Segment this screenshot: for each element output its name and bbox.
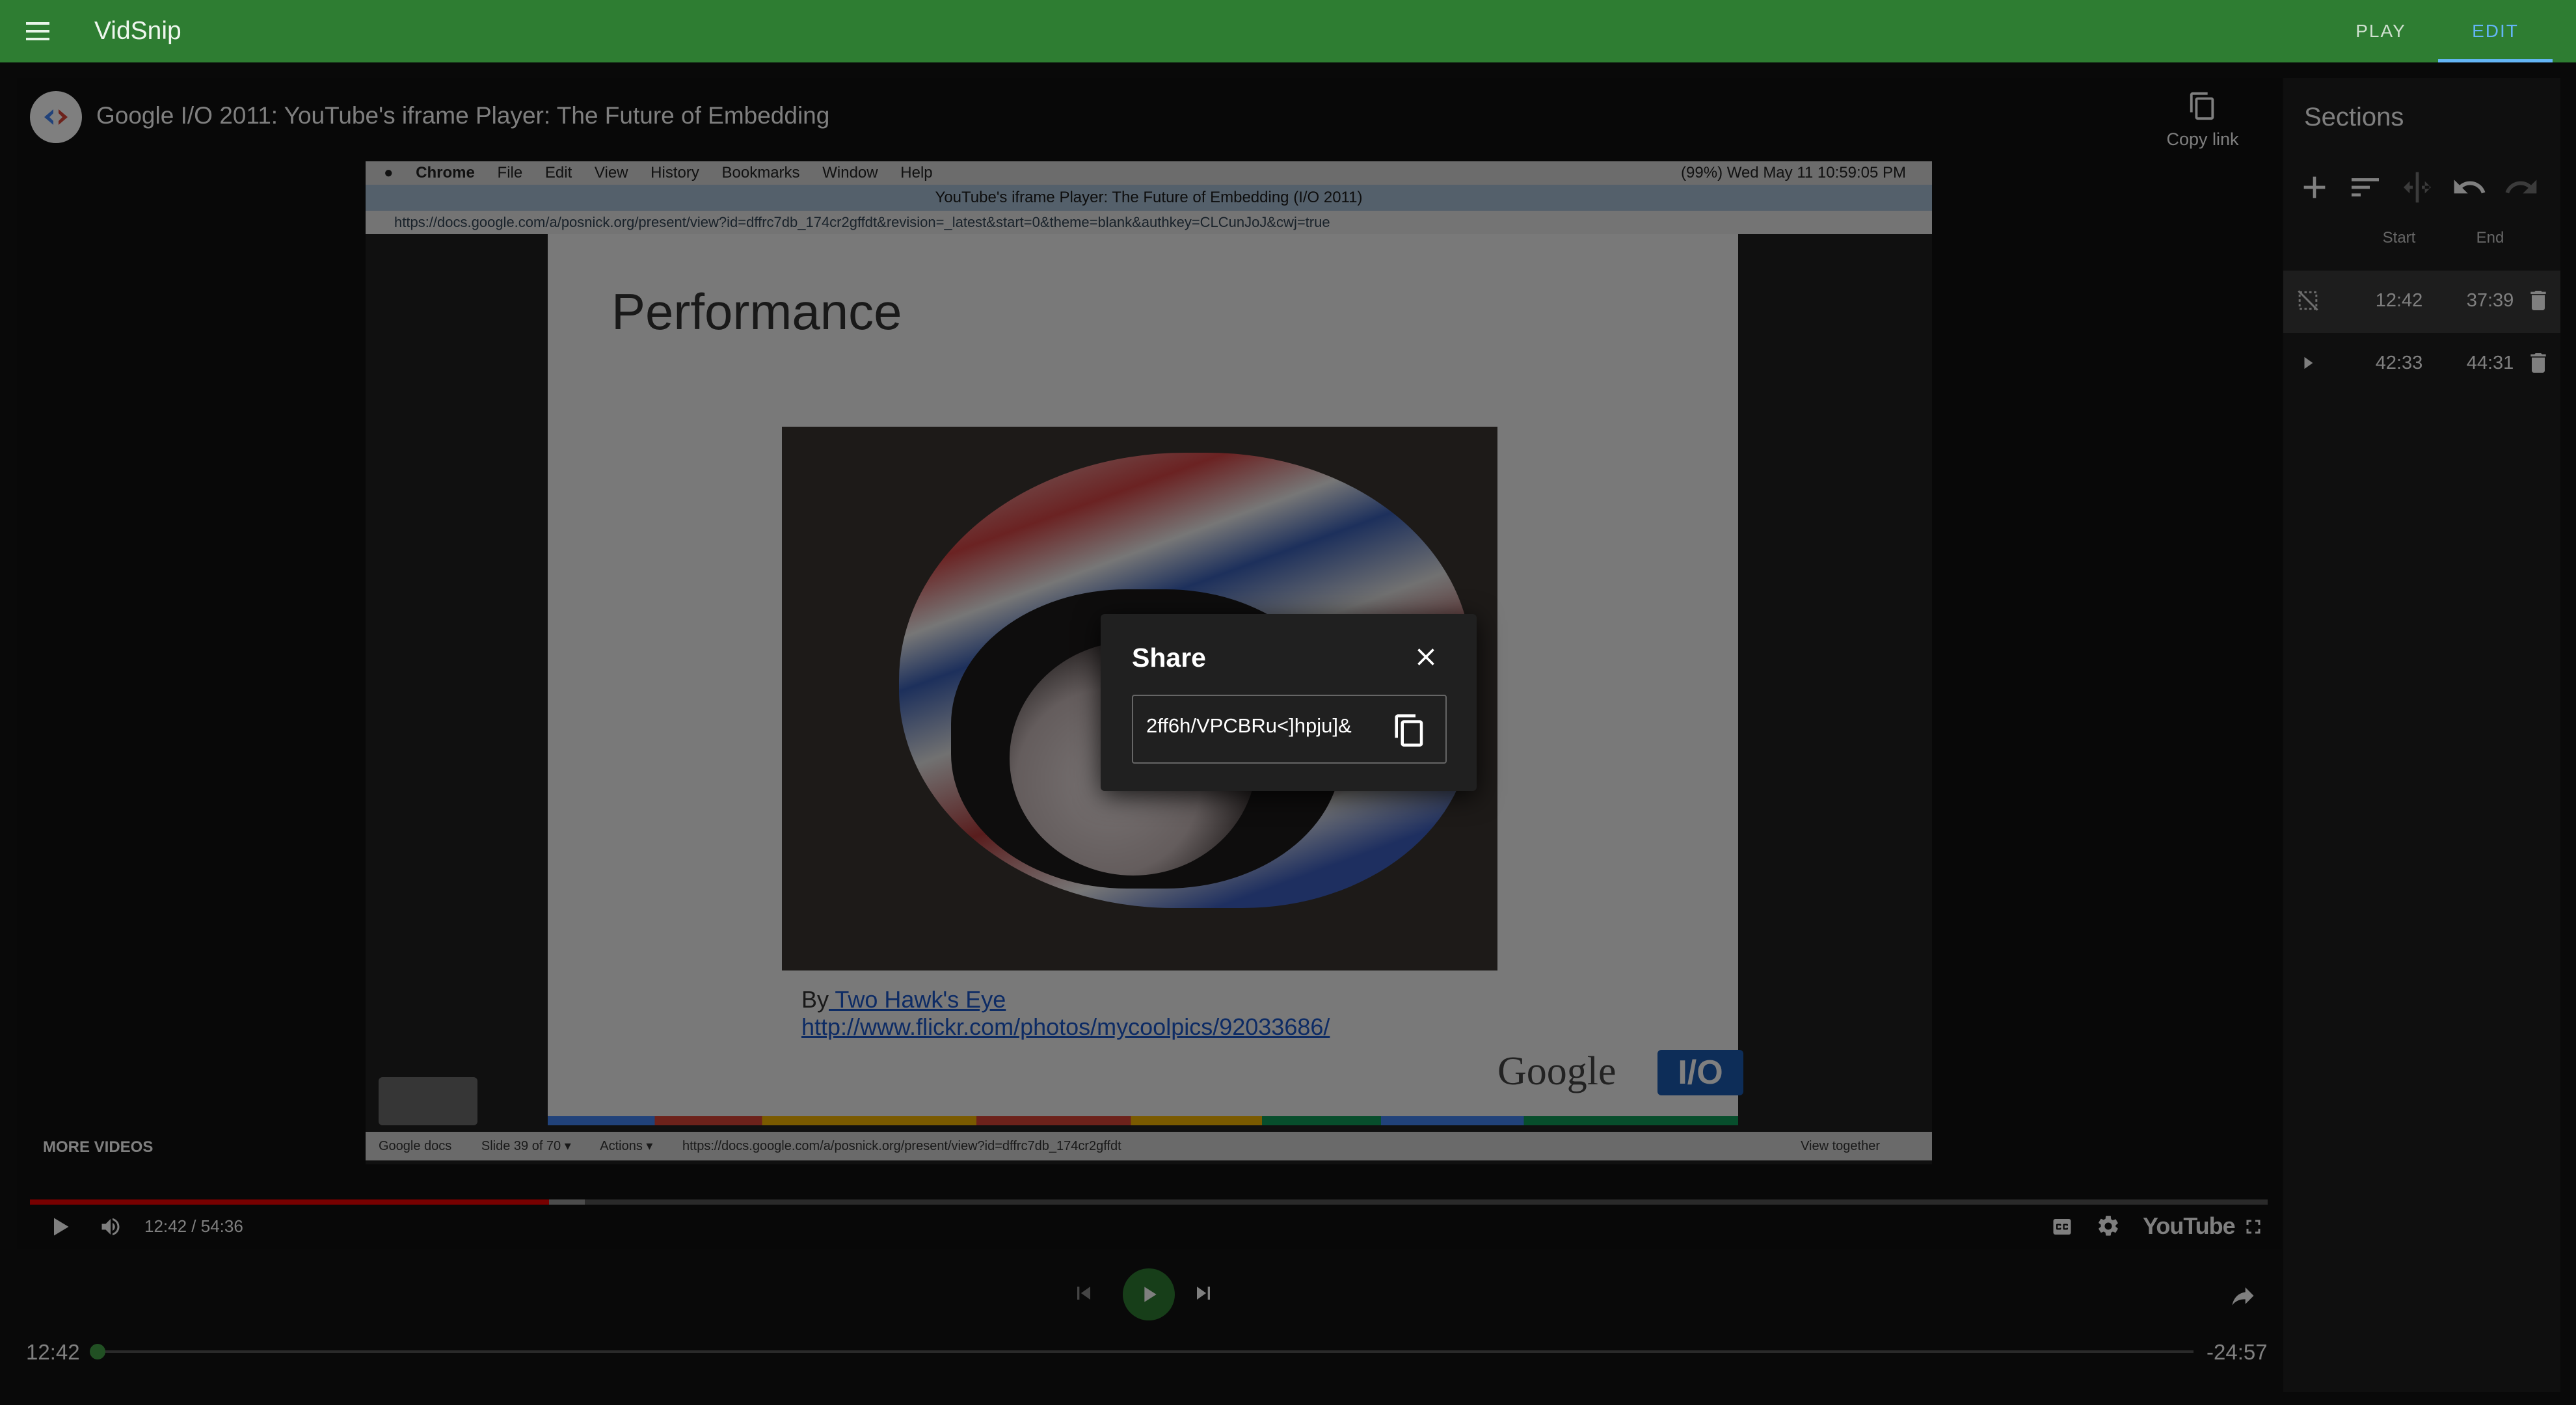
- share-link-field: [1132, 695, 1447, 764]
- app-bar: VidSnip PLAY EDIT: [0, 0, 2576, 62]
- tab-edit[interactable]: EDIT: [2438, 0, 2553, 62]
- menu-icon[interactable]: [23, 17, 52, 46]
- close-icon[interactable]: [1412, 643, 1440, 675]
- tab-play[interactable]: PLAY: [2329, 0, 2433, 62]
- share-dialog: Share: [1101, 614, 1477, 791]
- copy-icon[interactable]: [1392, 713, 1427, 751]
- share-dialog-title: Share: [1132, 643, 1206, 673]
- share-link-input[interactable]: [1146, 714, 1367, 738]
- app-title: VidSnip: [94, 17, 181, 45]
